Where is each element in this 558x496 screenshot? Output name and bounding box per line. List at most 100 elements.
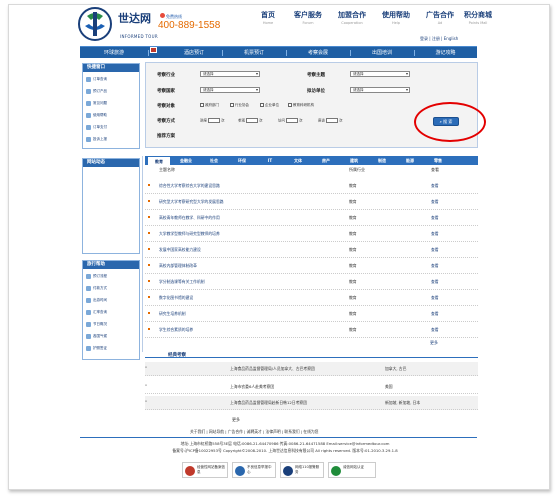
row-title[interactable]: 研究生培养机制 — [159, 306, 186, 322]
visit-unit-select[interactable]: 请选择 — [350, 87, 410, 93]
table-row: 综合性大学考察综合大学的建设思路 教育 查看 — [145, 178, 478, 194]
target-association-checkbox[interactable]: 行业协会 — [230, 103, 249, 108]
tab-manufacturing[interactable]: 制造 — [369, 156, 395, 165]
nav-separator — [148, 50, 149, 56]
badge-record[interactable]: 经营性网站备案信息 — [182, 462, 228, 478]
nav-hotel-booking[interactable]: 酒店预订 — [166, 47, 222, 59]
topic-more-link[interactable]: 更多 — [430, 340, 438, 346]
method-visit[interactable]: 参观次 — [238, 118, 263, 124]
table-row: 数字化图书馆的建设 教育 查看 — [145, 290, 478, 306]
top-nav-points-mall[interactable]: 积分商城 Points Mall — [454, 10, 502, 25]
footer-links[interactable]: 关于我们 | 网站导航 | 广告合作 | 诚聘英才 | 法律声明 | 联系我们 … — [190, 429, 318, 435]
sidebar-item-order-query[interactable]: 订单查询 — [86, 75, 107, 83]
row-title[interactable]: 学生综合素质的培养 — [159, 322, 193, 338]
sidebar-item-payment[interactable]: 订单支付 — [86, 123, 107, 131]
tab-culture-sports[interactable]: 文体 — [285, 156, 311, 165]
tab-real-estate[interactable]: 房产 — [313, 156, 339, 165]
flow-icon — [86, 273, 91, 279]
row-view-link[interactable]: 查看 — [431, 290, 439, 306]
row-title[interactable]: 高校青年教师在教学、科研中的作用 — [159, 210, 220, 226]
tab-education[interactable]: 教育 — [147, 156, 171, 165]
table-row: 高校青年教师在教学、科研中的作用 教育 查看 — [145, 210, 478, 226]
lecture-count-select[interactable] — [208, 118, 220, 123]
sidebar-item-travel-time[interactable]: 出游时间 — [86, 296, 107, 304]
row-view-link[interactable]: 查看 — [431, 258, 439, 274]
sidebar-item-exchange-rate[interactable]: 汇率查询 — [86, 308, 107, 316]
tab-finance[interactable]: 金融业 — [173, 156, 199, 165]
row-view-link[interactable]: 查看 — [431, 178, 439, 194]
row-title[interactable]: 综合性大学考察综合大学的建设思路 — [159, 178, 220, 194]
passport-icon — [86, 345, 91, 351]
row-industry: 教育 — [349, 263, 357, 268]
top-nav-help[interactable]: 使用帮助 Help — [372, 10, 420, 25]
method-access[interactable]: 访问次 — [278, 118, 303, 124]
sidebar-item-help[interactable]: 使用帮助 — [86, 111, 107, 119]
table-row: 大学教学型教师与研究型教师的培养 教育 查看 — [145, 226, 478, 242]
badge-report-center[interactable]: 不良信息举报中心 — [232, 462, 276, 478]
row-industry: 教育 — [349, 199, 357, 204]
sidebar-item-faq[interactable]: 常见问题 — [86, 99, 107, 107]
col-view: 查看 — [431, 167, 439, 172]
row-industry: 教育 — [349, 279, 357, 284]
classic-more-link[interactable]: 更多 — [232, 417, 240, 423]
country-select[interactable]: 请选择 — [200, 87, 260, 93]
target-government-checkbox[interactable]: 政府部门 — [200, 103, 219, 108]
row-view-link[interactable]: 查看 — [431, 306, 439, 322]
badge-police-110[interactable]: 网络110报警服务 — [280, 462, 324, 478]
row-title[interactable]: 发展中国家高校能力建设 — [159, 242, 201, 258]
sidebar-item-passport-visa[interactable]: 护照签证 — [86, 344, 107, 352]
industry-label: 考察行业 — [157, 73, 175, 78]
method-lecture[interactable]: 讲座次 — [200, 118, 225, 124]
footer-copyright: 备案号:沪ICP备10022953号 Copyright©2008-2010. … — [172, 448, 398, 453]
row-title[interactable]: 研究型大学考察研究型大学的发展思路 — [159, 194, 224, 210]
row-view-link[interactable]: 查看 — [431, 210, 439, 226]
method-forum[interactable]: 座谈次 — [318, 118, 343, 124]
main-navigation: 环球旅游 酒店预订 机票预订 考察会展 出国培训 游记攻略 — [80, 46, 477, 58]
table-row: 研究型大学考察研究型大学的发展思路 教育 查看 — [145, 194, 478, 210]
row-view-link[interactable]: 查看 — [431, 194, 439, 210]
nav-world-travel[interactable]: 环球旅游 — [80, 47, 148, 59]
row-industry: 教育 — [349, 215, 357, 220]
table-header: 主题名称 所属行业 查看 — [145, 166, 478, 174]
row-view-link[interactable]: 查看 — [431, 322, 439, 338]
row-title[interactable]: 大学教学型教师与研究型教师的培养 — [159, 226, 220, 242]
tab-environment[interactable]: 环保 — [229, 156, 255, 165]
tab-energy[interactable]: 能源 — [397, 156, 423, 165]
row-view-link[interactable]: 查看 — [431, 274, 439, 290]
forum-count-select[interactable] — [326, 118, 338, 123]
sidebar-item-complaint[interactable]: 投诉上报 — [86, 135, 107, 143]
card-icon — [86, 285, 91, 291]
access-count-select[interactable] — [286, 118, 298, 123]
classic-row-title[interactable]: 上海市农委6人赴美考察团 — [230, 380, 274, 394]
row-title[interactable]: 高校内部管理体制改革 — [159, 258, 197, 274]
sidebar-item-payment-methods[interactable]: 付款方式 — [86, 284, 107, 292]
nav-exhibition[interactable]: 考察会展 — [286, 47, 350, 59]
theme-select[interactable]: 请选择 — [350, 71, 410, 77]
nav-travel-notes[interactable]: 游记攻略 — [414, 47, 477, 59]
target-enterprise-checkbox[interactable]: 企业单位 — [260, 103, 279, 108]
row-view-link[interactable]: 查看 — [431, 242, 439, 258]
sidebar-item-booking-flow[interactable]: 预订流程 — [86, 272, 107, 280]
user-links[interactable]: 登录 | 注册 | English — [420, 36, 458, 42]
top-nav-customer-service[interactable]: 客户服务 Forum — [284, 10, 332, 25]
nav-flight-booking[interactable]: 机票预订 — [222, 47, 286, 59]
row-view-link[interactable]: 查看 — [431, 226, 439, 242]
sidebar-item-climate[interactable]: 各国气候 — [86, 332, 107, 340]
sidebar-item-holidays[interactable]: 节日概况 — [86, 320, 107, 328]
tab-it[interactable]: IT — [257, 156, 283, 165]
sidebar-item-products[interactable]: 预订产品 — [86, 87, 107, 95]
industry-select[interactable]: 请选择 — [200, 71, 260, 77]
badge-trust[interactable]: 诚信网站认证 — [328, 462, 376, 478]
row-title[interactable]: 数字化图书馆的建设 — [159, 290, 193, 306]
row-title[interactable]: 学分制选课等有关工作机制 — [159, 274, 205, 290]
tab-retail[interactable]: 零售 — [425, 156, 451, 165]
classic-row-title[interactable]: 上海食品药品监督管理局赴新日韩12日考察团 — [230, 396, 307, 410]
brand-logo-icon[interactable] — [77, 6, 113, 42]
target-research-checkbox[interactable]: 教育科研机构 — [288, 103, 314, 108]
top-nav-cooperation[interactable]: 加盟合作 Cooperation — [328, 10, 376, 25]
visit-count-select[interactable] — [246, 118, 258, 123]
tab-society[interactable]: 社会 — [201, 156, 227, 165]
nav-training[interactable]: 出国培训 — [350, 47, 414, 59]
tab-construction[interactable]: 建筑 — [341, 156, 367, 165]
classic-row-title[interactable]: 上海食品药品监督管理局/人员加拿大、古巴考察团 — [230, 362, 315, 376]
